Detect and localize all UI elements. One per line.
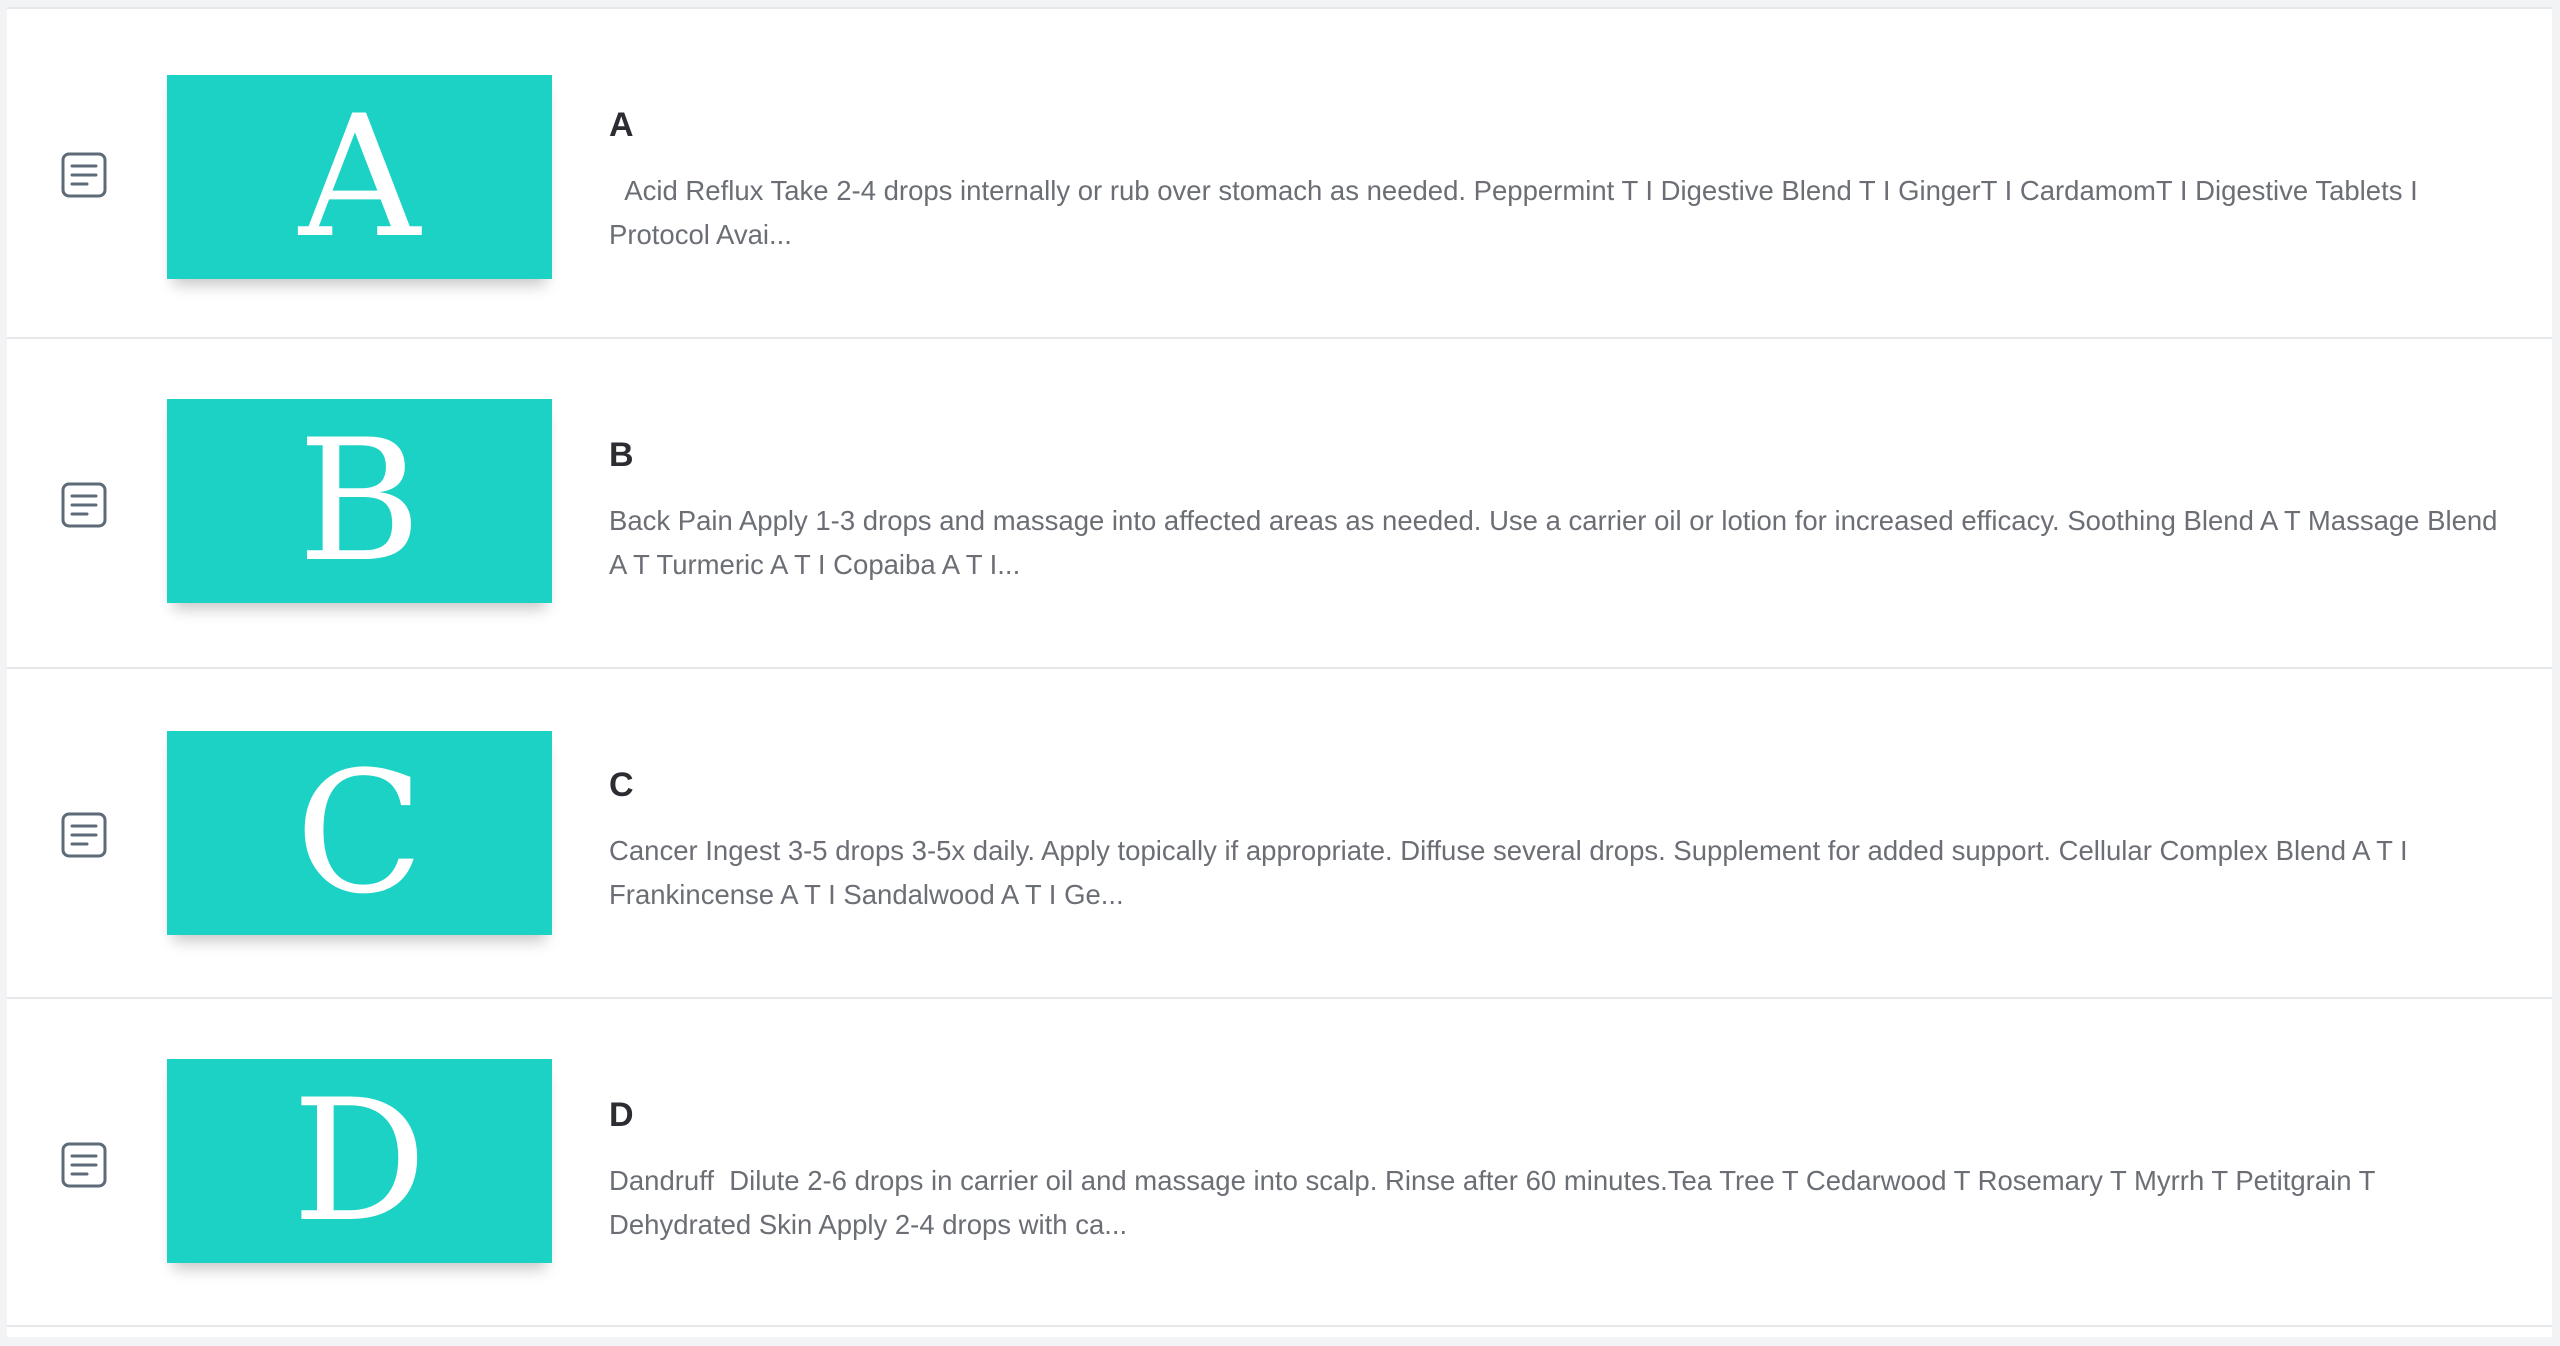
document-icon [61, 812, 107, 858]
list-item[interactable]: B B Back Pain Apply 1-3 drops and massag… [7, 337, 2552, 667]
post-title[interactable]: A [609, 105, 634, 145]
thumbnail-letter: C [295, 735, 424, 931]
thumbnail-letter: B [297, 403, 422, 599]
document-icon [61, 152, 107, 198]
post-title[interactable]: B [609, 435, 634, 475]
thumbnail-letter: D [292, 1063, 427, 1259]
post-excerpt: Dandruff Dilute 2-6 drops in carrier oil… [609, 1165, 2383, 1240]
document-icon [61, 1142, 107, 1188]
thumbnail-letter: A [298, 79, 421, 275]
list-item[interactable]: A A Acid Reflux Take 2-4 drops internall… [7, 7, 2552, 337]
thumbnail-image[interactable]: B [167, 399, 552, 603]
thumbnail-image[interactable]: C [167, 731, 552, 935]
thumbnail-image[interactable]: D [167, 1059, 552, 1263]
thumbnail-image[interactable]: A [167, 75, 552, 279]
list-item[interactable]: C C Cancer Ingest 3-5 drops 3-5x daily. … [7, 667, 2552, 997]
post-title[interactable]: D [609, 1095, 634, 1135]
list-item[interactable]: D D Dandruff Dilute 2-6 drops in carrier… [7, 997, 2552, 1327]
post-title[interactable]: C [609, 765, 634, 805]
post-excerpt: Cancer Ingest 3-5 drops 3-5x daily. Appl… [609, 835, 2416, 910]
document-icon [61, 482, 107, 528]
post-list: A A Acid Reflux Take 2-4 drops internall… [7, 7, 2552, 1337]
post-excerpt: Acid Reflux Take 2-4 drops internally or… [609, 175, 2426, 250]
post-excerpt: Back Pain Apply 1-3 drops and massage in… [609, 505, 2504, 580]
